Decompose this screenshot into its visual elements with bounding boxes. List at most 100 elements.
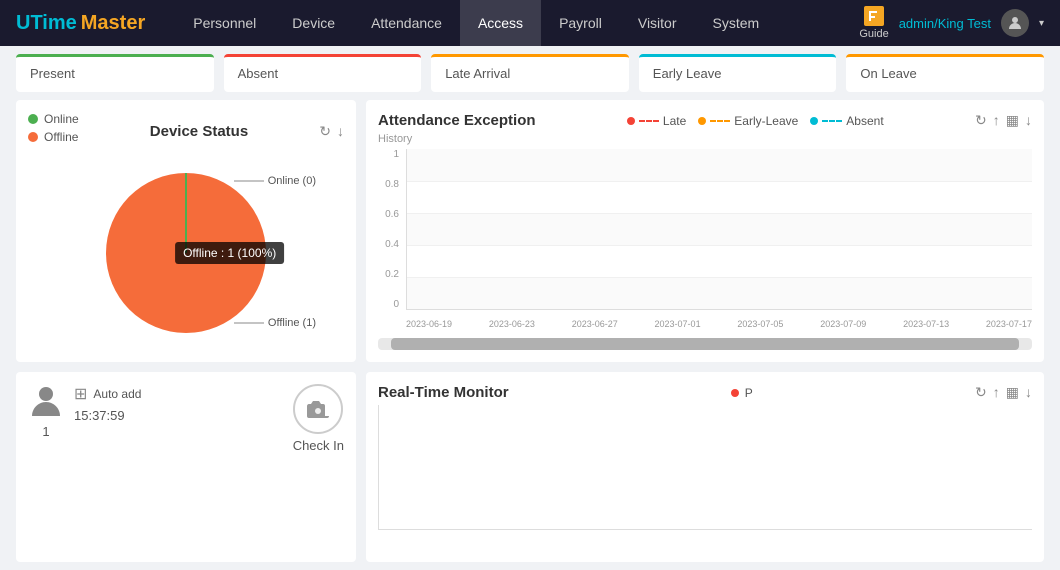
rt-upload-icon[interactable]: ↑ xyxy=(993,384,1000,401)
grid-line-1 xyxy=(407,181,1032,182)
user-avatar[interactable] xyxy=(1001,9,1029,37)
nav-visitor[interactable]: Visitor xyxy=(620,0,695,46)
grid-band-1 xyxy=(407,149,1032,181)
nav-payroll[interactable]: Payroll xyxy=(541,0,620,46)
att-bar-icon[interactable]: ▦ xyxy=(1006,112,1019,129)
person-icon xyxy=(28,384,64,420)
att-legend-late: Late xyxy=(627,114,686,128)
stat-present-label: Present xyxy=(30,66,75,81)
pie-svg xyxy=(96,163,276,343)
nav-device[interactable]: Device xyxy=(274,0,353,46)
person-count: 1 xyxy=(42,424,49,439)
logo-utime: UTime xyxy=(16,12,77,35)
chart-plot xyxy=(406,149,1032,310)
att-chart-area: 1 0.8 0.6 0.4 0.2 0 xyxy=(378,149,1032,334)
att-panel-actions: ↻ ↑ ▦ ↓ xyxy=(975,112,1032,129)
x-label-0: 2023-06-19 xyxy=(406,319,452,329)
device-panel-actions: ↻ ↓ xyxy=(319,123,344,140)
rt-dot xyxy=(731,389,739,397)
legend-online: Online xyxy=(28,112,79,126)
x-label-2: 2023-06-27 xyxy=(572,319,618,329)
nav-menu: Personnel Device Attendance Access Payro… xyxy=(175,0,859,46)
rt-refresh-icon[interactable]: ↻ xyxy=(975,384,987,401)
nav-system[interactable]: System xyxy=(695,0,778,46)
att-line-absent xyxy=(822,120,842,122)
x-label-5: 2023-07-09 xyxy=(820,319,866,329)
att-upload-icon[interactable]: ↑ xyxy=(993,112,1000,129)
rt-plot xyxy=(378,405,1032,530)
stat-present[interactable]: Present xyxy=(16,54,214,92)
device-panel-header: Online Offline Device Status ↻ ↓ xyxy=(28,112,344,150)
rt-download-icon[interactable]: ↓ xyxy=(1025,384,1032,401)
att-legend-early: Early-Leave xyxy=(698,114,798,128)
checkin-time: 15:37:59 xyxy=(74,408,283,423)
x-label-6: 2023-07-13 xyxy=(903,319,949,329)
stat-absent[interactable]: Absent xyxy=(224,54,422,92)
device-download-icon[interactable]: ↓ xyxy=(337,123,344,140)
online-pie-label: Online (0) xyxy=(234,175,316,187)
stat-late-label: Late Arrival xyxy=(445,66,510,81)
att-legend-absent: Absent xyxy=(810,114,883,128)
checkin-label-area: Check In xyxy=(293,384,344,453)
x-label-1: 2023-06-23 xyxy=(489,319,535,329)
device-legend: Online Offline xyxy=(28,112,79,144)
stat-late[interactable]: Late Arrival xyxy=(431,54,629,92)
nav-access[interactable]: Access xyxy=(460,0,541,46)
chart-y-axis: 1 0.8 0.6 0.4 0.2 0 xyxy=(378,149,402,310)
rt-x-labels xyxy=(378,532,1032,550)
device-status-title: Device Status xyxy=(150,123,248,140)
device-refresh-icon[interactable]: ↻ xyxy=(319,123,331,140)
stat-early[interactable]: Early Leave xyxy=(639,54,837,92)
stat-onleave[interactable]: On Leave xyxy=(846,54,1044,92)
auto-add-label: Auto add xyxy=(93,387,141,401)
x-label-3: 2023-07-01 xyxy=(655,319,701,329)
chart-scrollbar[interactable] xyxy=(378,338,1032,350)
scrollbar-thumb[interactable] xyxy=(391,338,1019,350)
person-icon-wrapper: 1 xyxy=(28,384,64,439)
rt-bar-icon[interactable]: ▦ xyxy=(1006,384,1019,401)
dropdown-arrow[interactable]: ▾ xyxy=(1039,18,1044,29)
checkin-middle: ⊞ Auto add 15:37:59 xyxy=(74,384,283,423)
att-legend: Late Early-Leave Absent xyxy=(627,114,884,128)
y-label-0: 0 xyxy=(393,299,399,310)
realtime-title: Real-Time Monitor xyxy=(378,384,509,401)
bottom-row: 1 ⊞ Auto add 15:37:59 xyxy=(16,372,1044,562)
attendance-exception-panel: Attendance Exception Late Early-Leave xyxy=(366,100,1044,362)
camera-icon xyxy=(293,384,343,434)
att-dot-early xyxy=(698,117,706,125)
att-line-early xyxy=(710,120,730,122)
top-row: Online Offline Device Status ↻ ↓ xyxy=(16,100,1044,362)
y-label-1: 1 xyxy=(393,149,399,160)
rt-p-label: P xyxy=(745,386,753,400)
rt-panel-actions: ↻ ↑ ▦ ↓ xyxy=(975,384,1032,401)
grid-band-3 xyxy=(407,277,1032,309)
rt-legend: P xyxy=(731,386,753,400)
stat-absent-label: Absent xyxy=(238,66,278,81)
legend-offline-label: Offline xyxy=(44,130,78,144)
user-info[interactable]: admin/King Test xyxy=(899,16,991,31)
nav-personnel[interactable]: Personnel xyxy=(175,0,274,46)
offline-pie-label: Offline (1) xyxy=(234,317,316,329)
header-right: Guide admin/King Test ▾ xyxy=(859,6,1044,40)
logo: UTime Master xyxy=(16,12,145,35)
legend-online-label: Online xyxy=(44,112,79,126)
nav-attendance[interactable]: Attendance xyxy=(353,0,460,46)
x-labels: 2023-06-19 2023-06-23 2023-06-27 2023-07… xyxy=(406,314,1032,334)
logo-master: Master xyxy=(81,12,145,35)
y-label-08: 0.8 xyxy=(385,179,399,190)
checkin-panel: 1 ⊞ Auto add 15:37:59 xyxy=(16,372,356,562)
guide-button[interactable]: Guide xyxy=(859,6,888,40)
att-download-icon[interactable]: ↓ xyxy=(1025,112,1032,129)
header: UTime Master Personnel Device Attendance… xyxy=(0,0,1060,46)
device-chart-container: Offline : 1 (100%) Online (0) Offline (1… xyxy=(28,158,344,348)
grid-line-2 xyxy=(407,213,1032,214)
legend-offline: Offline xyxy=(28,130,79,144)
main-content: Online Offline Device Status ↻ ↓ xyxy=(0,100,1060,570)
att-refresh-icon[interactable]: ↻ xyxy=(975,112,987,129)
grid-line-3 xyxy=(407,245,1032,246)
stats-bar: Present Absent Late Arrival Early Leave … xyxy=(0,46,1060,100)
x-label-4: 2023-07-05 xyxy=(737,319,783,329)
grid-band-2 xyxy=(407,213,1032,245)
att-line-late xyxy=(639,120,659,122)
y-label-04: 0.4 xyxy=(385,239,399,250)
